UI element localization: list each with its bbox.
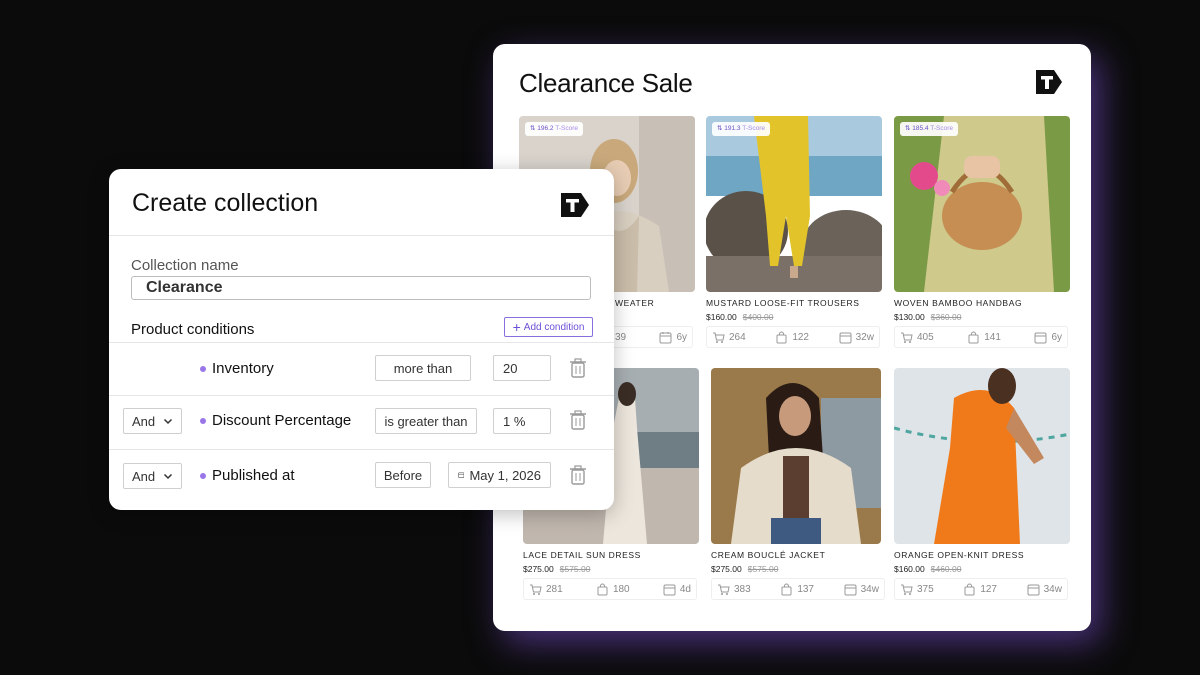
product-name: LACE DETAIL SUN DRESS <box>523 550 641 560</box>
trash-icon[interactable] <box>569 465 587 485</box>
sale-title: Clearance Sale <box>519 68 693 98</box>
product-stats: 264 122 32w <box>706 326 880 348</box>
stat-cart: 281 <box>529 583 563 596</box>
cart-icon <box>530 584 542 595</box>
product-stats: 281 180 4d <box>523 578 697 600</box>
stat-bag: 180 <box>596 583 630 596</box>
cart-icon <box>901 332 913 343</box>
tscore-badge: ⇅ 185.4 T-Score <box>900 122 959 136</box>
stat-cart: 405 <box>900 331 934 344</box>
product-image: ⇅ 191.3 T-Score <box>706 116 882 292</box>
product-name: CREAM BOUCLÉ JACKET <box>711 550 826 560</box>
date-input[interactable]: May 1, 2026 <box>448 462 551 488</box>
stat-age: 6y <box>1034 331 1062 344</box>
condition-dot <box>200 418 206 424</box>
calendar-icon <box>458 472 465 479</box>
product-name: WOVEN BAMBOO HANDBAG <box>894 298 1023 308</box>
calendar-icon <box>1034 332 1047 343</box>
product-price: $130.00 $360.00 <box>894 312 962 322</box>
product-image <box>711 368 881 544</box>
bag-icon <box>776 331 787 343</box>
product-price: $160.00 $460.00 <box>894 564 962 574</box>
page-title: Create collection <box>132 189 319 217</box>
condition-field[interactable]: Inventory <box>212 360 274 377</box>
operator-select[interactable]: Before <box>375 462 431 488</box>
condition-field[interactable]: Published at <box>212 467 295 484</box>
bag-icon <box>968 331 979 343</box>
stat-bag: 127 <box>963 583 997 596</box>
chevron-down-icon <box>163 473 173 480</box>
bag-icon <box>597 583 608 595</box>
stat-age: 34w <box>1027 583 1062 596</box>
connector-select[interactable]: And <box>123 463 182 489</box>
chevron-down-icon <box>163 418 173 425</box>
product-name: WEATER <box>615 298 655 308</box>
bag-icon <box>781 583 792 595</box>
condition-row: And Published at Before May 1, 2026 <box>109 450 614 502</box>
product-name: ORANGE OPEN-KNIT DRESS <box>894 550 1025 560</box>
stat-cart: 264 <box>712 331 746 344</box>
calendar-icon <box>839 332 852 343</box>
product-price: $160.00 $400.00 <box>706 312 774 322</box>
trash-icon[interactable] <box>569 358 587 378</box>
condition-row: And Discount Percentage is greater than … <box>109 396 614 448</box>
stat-bag: 141 <box>967 331 1001 344</box>
operator-select[interactable]: is greater than <box>375 408 477 434</box>
tscore-badge: ⇅ 196.2 T-Score <box>525 122 584 136</box>
calendar-icon <box>844 584 857 595</box>
bag-icon <box>964 583 975 595</box>
product-stats: 405 141 6y <box>894 326 1068 348</box>
product-image: ⇅ 185.4 T-Score <box>894 116 1070 292</box>
value-input[interactable]: 20 <box>493 355 551 381</box>
operator-select[interactable]: more than <box>375 355 471 381</box>
collection-name-label: Collection name <box>131 257 239 274</box>
product-stats: 375 127 34w <box>894 578 1068 600</box>
plus-icon: + <box>512 319 521 335</box>
product-name: MUSTARD LOOSE-FIT TROUSERS <box>706 298 860 308</box>
collection-name-input[interactable]: Clearance <box>131 276 591 300</box>
cart-icon <box>718 584 730 595</box>
product-image <box>894 368 1070 544</box>
stat-age: 34w <box>844 583 879 596</box>
divider <box>109 235 614 236</box>
trash-icon[interactable] <box>569 410 587 430</box>
stat-bag: 39 <box>615 331 627 343</box>
stat-age: 6y <box>659 331 687 344</box>
condition-dot <box>200 473 206 479</box>
value-input[interactable]: 1 % <box>493 408 551 434</box>
stat-bag: 122 <box>775 331 809 344</box>
product-price: $275.00 $575.00 <box>523 564 591 574</box>
stat-age: 4d <box>663 583 691 596</box>
condition-dot <box>200 366 206 372</box>
stat-age: 32w <box>839 331 874 344</box>
tscore-badge: ⇅ 191.3 T-Score <box>712 122 771 136</box>
calendar-icon <box>663 584 676 595</box>
calendar-icon <box>659 331 672 343</box>
add-condition-button[interactable]: + Add condition <box>504 317 593 337</box>
product-conditions-label: Product conditions <box>131 321 255 338</box>
stat-bag: 137 <box>780 583 814 596</box>
product-stats: 383 137 34w <box>711 578 885 600</box>
condition-field[interactable]: Discount Percentage <box>212 412 351 429</box>
calendar-icon <box>1027 584 1040 595</box>
product-price: $275.00 $575.00 <box>711 564 779 574</box>
create-collection-panel: Create collection Collection name Cleara… <box>109 169 614 510</box>
stat-cart: 375 <box>900 583 934 596</box>
connector-select[interactable]: And <box>123 408 182 434</box>
cart-icon <box>713 332 725 343</box>
t-logo-icon <box>1036 70 1062 94</box>
condition-row: Inventory more than 20 <box>109 343 614 395</box>
t-logo-icon <box>561 193 589 217</box>
cart-icon <box>901 584 913 595</box>
stat-cart: 383 <box>717 583 751 596</box>
